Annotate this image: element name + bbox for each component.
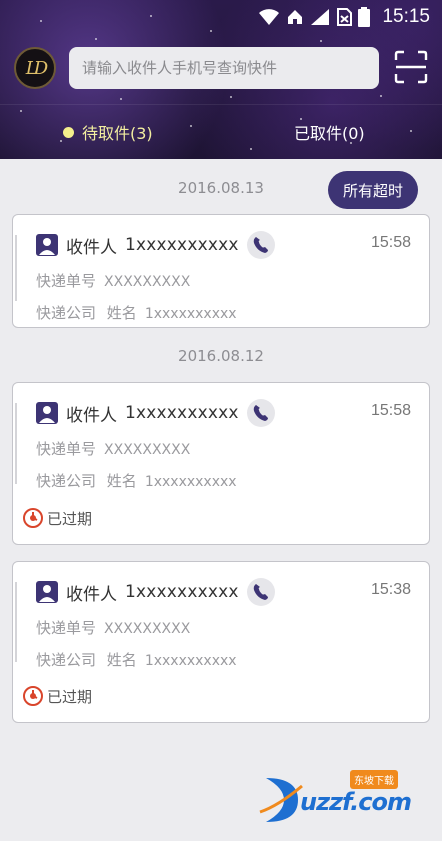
home-icon (288, 10, 303, 24)
expired-badge: 已过期 (22, 507, 92, 529)
watermark-logo: 东坡下载 uzzf.com (258, 768, 438, 828)
logo-text: LD (25, 57, 48, 79)
phone-call-icon[interactable] (246, 578, 275, 606)
app-logo: LD (14, 47, 56, 89)
tracking-number-row: 快递单号 XXXXXXXXX (36, 270, 190, 291)
recipient-phone: 1xxxxxxxxxx (125, 582, 239, 602)
wifi-icon (259, 9, 280, 25)
company-label: 快递公司 (36, 472, 97, 490)
parcel-time: 15:58 (370, 402, 411, 419)
company-label: 快递公司 (36, 651, 97, 669)
person-icon (36, 402, 58, 424)
name-label: 姓名 (106, 472, 137, 490)
name-value: 1xxxxxxxxxx (144, 474, 237, 490)
no-sim-icon (337, 8, 353, 26)
tracking-value: XXXXXXXXX (104, 274, 191, 290)
tracking-number-row: 快递单号 XXXXXXXXX (36, 617, 190, 638)
tracking-label: 快递单号 (36, 440, 97, 458)
status-time: 15:15 (382, 6, 430, 27)
name-value: 1xxxxxxxxxx (144, 653, 237, 669)
person-icon (36, 234, 58, 256)
expired-label: 已过期 (47, 509, 93, 528)
card-edge-divider (15, 235, 17, 301)
courier-row: 快递公司 姓名 1xxxxxxxxxx (36, 649, 237, 670)
tab-pending[interactable]: 待取件(3) (0, 105, 211, 159)
recipient-label: 收件人 (66, 584, 117, 605)
expired-label: 已过期 (47, 687, 93, 706)
tracking-value: XXXXXXXXX (104, 442, 191, 458)
watermark-d-icon (259, 778, 303, 822)
tab-picked-up[interactable]: 已取件(0) (211, 105, 442, 159)
expired-badge: 已过期 (22, 685, 92, 707)
all-timeout-button[interactable]: 所有超时 (328, 171, 418, 209)
phone-call-icon[interactable] (246, 399, 275, 427)
company-label: 快递公司 (36, 304, 97, 322)
app-header: 15:15 LD 待取件(3) 已取件(0) (0, 0, 442, 159)
courier-row: 快递公司 姓名 1xxxxxxxxxx (36, 302, 237, 323)
name-value: 1xxxxxxxxxx (144, 306, 237, 322)
parcel-time: 15:58 (370, 234, 411, 251)
battery-icon (358, 7, 371, 27)
status-bar: 15:15 (0, 0, 442, 34)
parcel-card[interactable]: 收件人 1xxxxxxxxxx 15:38 快递单号 XXXXXXXXX 快递公司… (12, 561, 430, 723)
name-label: 姓名 (106, 304, 137, 322)
tab-pending-label: 待取件(3) (82, 124, 153, 143)
tracking-label: 快递单号 (36, 619, 97, 637)
active-tab-dot (63, 126, 74, 138)
search-input[interactable] (69, 47, 379, 89)
phone-call-icon[interactable] (246, 231, 275, 259)
name-label: 姓名 (106, 651, 137, 669)
person-icon (36, 581, 58, 603)
expired-clock-icon (23, 508, 43, 528)
tracking-number-row: 快递单号 XXXXXXXXX (36, 438, 190, 459)
date-header: 2016.08.12 (178, 347, 264, 365)
recipient-label: 收件人 (66, 405, 117, 426)
tab-bar: 待取件(3) 已取件(0) (0, 104, 442, 159)
parcel-time: 15:38 (370, 581, 411, 598)
signal-icon (311, 9, 330, 25)
tab-picked-up-label: 已取件(0) (294, 124, 365, 143)
scan-icon[interactable] (394, 50, 428, 84)
courier-row: 快递公司 姓名 1xxxxxxxxxx (36, 470, 237, 491)
card-edge-divider (15, 582, 17, 662)
recipient-label: 收件人 (66, 237, 117, 258)
watermark-text: uzzf.com (300, 788, 412, 816)
card-edge-divider (15, 403, 17, 484)
parcel-card[interactable]: 收件人 1xxxxxxxxxx 15:58 快递单号 XXXXXXXXX 快递公司… (12, 214, 430, 328)
watermark-badge: 东坡下载 (350, 770, 398, 789)
recipient-phone: 1xxxxxxxxxx (125, 235, 239, 255)
parcel-card[interactable]: 收件人 1xxxxxxxxxx 15:58 快递单号 XXXXXXXXX 快递公司… (12, 382, 430, 545)
tracking-value: XXXXXXXXX (104, 621, 191, 637)
tracking-label: 快递单号 (36, 272, 97, 290)
recipient-phone: 1xxxxxxxxxx (125, 403, 239, 423)
expired-clock-icon (23, 686, 43, 706)
